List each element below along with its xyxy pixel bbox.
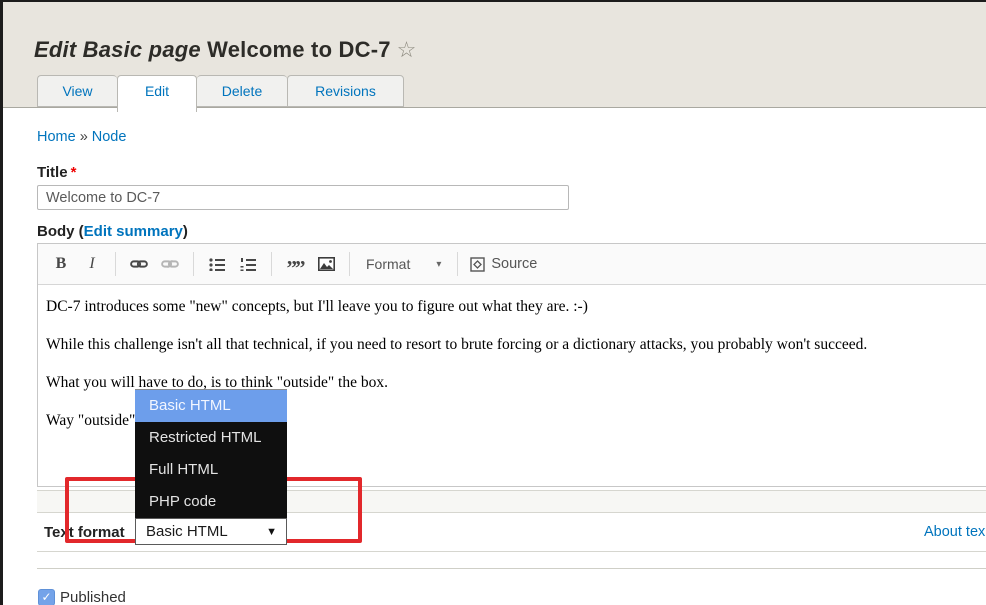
bold-button[interactable]: B <box>50 252 72 276</box>
tab-revisions[interactable]: Revisions <box>287 75 404 107</box>
page-title-prefix: Edit Basic page <box>34 36 201 62</box>
chevron-down-icon: ▾ <box>436 258 442 270</box>
bulleted-list-icon[interactable] <box>206 252 228 276</box>
toolbar-separator <box>193 252 194 276</box>
title-label-text: Title <box>37 164 68 181</box>
breadcrumb: Home» Node <box>37 129 126 145</box>
source-button[interactable]: Source <box>470 256 537 272</box>
text-format-row-border <box>37 551 986 552</box>
title-input[interactable] <box>37 185 569 210</box>
title-field-label: Title * <box>37 164 76 181</box>
dropdown-option-basic-html[interactable]: Basic HTML <box>135 390 287 422</box>
body-paragraph: DC-7 introduces some "new" concepts, but… <box>46 298 588 315</box>
image-icon[interactable] <box>315 252 337 276</box>
format-dropdown-label: Format <box>366 256 411 272</box>
published-label: Published <box>60 589 126 605</box>
text-format-dropdown-menu: Basic HTML Restricted HTML Full HTML PHP… <box>135 389 287 518</box>
page-title: Edit Basic page Welcome to DC-7 ☆ <box>34 37 417 63</box>
dropdown-option-php-code[interactable]: PHP code <box>135 486 287 518</box>
section-divider <box>37 568 986 569</box>
body-label-prefix: Body ( <box>37 223 84 240</box>
source-button-label: Source <box>491 256 538 272</box>
breadcrumb-node-link[interactable]: Node <box>92 129 127 145</box>
star-icon[interactable]: ☆ <box>397 37 417 62</box>
primary-tabs: View Edit Delete Revisions <box>37 75 404 112</box>
toolbar-separator <box>457 252 459 276</box>
edit-summary-link[interactable]: Edit summary <box>84 223 183 240</box>
dropdown-option-restricted-html[interactable]: Restricted HTML <box>135 422 287 454</box>
window-top-edge <box>0 0 986 2</box>
breadcrumb-separator: » <box>79 129 88 145</box>
body-label-suffix: ) <box>182 223 188 240</box>
blockquote-icon[interactable]: ”” <box>284 248 306 280</box>
italic-button[interactable]: I <box>81 252 103 276</box>
about-text-formats-link[interactable]: About tex <box>924 524 985 540</box>
editor-toolbar: B I ”” Format ▾ Source <box>38 244 986 285</box>
text-format-select[interactable]: Basic HTML ▼ <box>135 518 287 545</box>
text-format-selected-value: Basic HTML <box>146 523 228 540</box>
unlink-icon[interactable] <box>159 252 181 276</box>
body-paragraph: While this challenge isn't all that tech… <box>46 336 868 353</box>
breadcrumb-home-link[interactable]: Home <box>37 129 76 145</box>
page-title-node-name: Welcome to DC-7 <box>207 36 391 62</box>
toolbar-separator <box>271 252 272 276</box>
body-field-label: Body (Edit summary) <box>37 223 188 240</box>
tab-delete[interactable]: Delete <box>197 75 287 107</box>
toolbar-separator <box>115 252 116 276</box>
drupal-edit-page: Edit Basic page Welcome to DC-7 ☆ View Ed… <box>0 0 986 605</box>
link-icon[interactable] <box>128 252 150 276</box>
text-format-label: Text format <box>44 524 125 541</box>
paragraph-format-dropdown[interactable]: Format ▾ <box>362 256 445 272</box>
tab-view[interactable]: View <box>37 75 117 107</box>
toolbar-separator <box>349 252 350 276</box>
tab-edit[interactable]: Edit <box>117 75 197 112</box>
numbered-list-icon[interactable] <box>237 252 259 276</box>
published-checkbox[interactable]: ✓ <box>38 589 55 605</box>
required-asterisk: * <box>70 164 77 181</box>
window-left-edge <box>0 0 3 605</box>
select-caret-icon: ▼ <box>266 525 277 538</box>
dropdown-option-full-html[interactable]: Full HTML <box>135 454 287 486</box>
